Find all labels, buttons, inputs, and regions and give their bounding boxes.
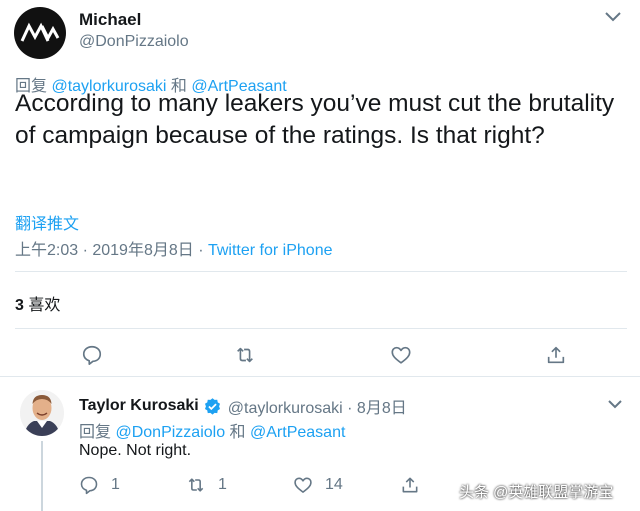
like-button[interactable] (386, 340, 416, 370)
retweet-icon (237, 347, 253, 363)
translate-tweet-link[interactable]: 翻译推文 (15, 210, 79, 234)
share-icon (402, 477, 418, 493)
reply-share-button[interactable] (400, 473, 432, 497)
thread-line (41, 441, 43, 511)
likes-summary[interactable]: 3 喜欢 (15, 291, 60, 315)
reply-retweet-button[interactable]: 1 (186, 473, 227, 497)
verified-badge-icon (204, 397, 220, 415)
author-avatar[interactable] (14, 7, 66, 59)
tweet-text: According to many leakers you’ve must cu… (15, 90, 615, 149)
reply-reply-button[interactable]: 1 (79, 473, 120, 497)
author-name[interactable]: Michael (79, 10, 141, 30)
tweet-source[interactable]: Twitter for iPhone (208, 242, 333, 259)
divider (15, 271, 627, 272)
author-handle[interactable]: @DonPizzaiolo (79, 33, 189, 51)
reply-like-button[interactable]: 14 (293, 473, 343, 497)
reply-bubble-icon (82, 345, 102, 365)
reply-author-avatar[interactable] (20, 390, 64, 436)
reply-count: 1 (111, 476, 120, 493)
retweet-count: 1 (218, 476, 227, 493)
heart-icon (391, 346, 411, 364)
like-count: 14 (325, 476, 343, 493)
tweet-timestamp[interactable]: 上午2:03 · 2019年8月8日 · (15, 242, 204, 259)
replying-and: 和 (229, 424, 246, 441)
replying-to-line: 回复 @DonPizzaiolo 和 @ArtPeasant (79, 418, 345, 442)
portrait-avatar-icon (20, 390, 64, 436)
chevron-down-icon (605, 12, 621, 22)
reply-author-handle[interactable]: @taylorkurosaki · 8月8日 (228, 394, 407, 418)
watermark: 头条 @英雄联盟掌游宝 (459, 484, 614, 501)
likes-label: 喜欢 (28, 297, 61, 314)
share-icon (547, 346, 565, 364)
divider (15, 328, 627, 329)
reply-menu-button[interactable] (607, 397, 627, 413)
reply-button[interactable] (77, 340, 107, 370)
chevron-down-icon (608, 400, 622, 409)
main-tweet: Michael @DonPizzaiolo 回复 @taylorkurosaki… (0, 0, 640, 376)
tweet-menu-button[interactable] (604, 10, 626, 28)
likes-count: 3 (15, 297, 24, 314)
reply-author-name[interactable]: Taylor Kurosaki (79, 397, 199, 415)
mention-link[interactable]: @DonPizzaiolo (115, 424, 225, 441)
mention-link[interactable]: @ArtPeasant (250, 424, 345, 441)
retweet-button[interactable] (230, 340, 260, 370)
tweet-meta: 上午2:03 · 2019年8月8日 · Twitter for iPhone (15, 236, 332, 260)
reply-header: Taylor Kurosaki @taylorkurosaki · 8月8日 (79, 394, 407, 418)
reply-bubble-icon (80, 476, 98, 495)
reply-text: Nope. Not right. (79, 442, 192, 459)
retweet-icon (188, 478, 204, 492)
heart-icon (294, 477, 312, 493)
share-button[interactable] (541, 340, 571, 370)
mw-logo-icon (20, 22, 60, 42)
replying-prefix: 回复 (79, 424, 112, 441)
